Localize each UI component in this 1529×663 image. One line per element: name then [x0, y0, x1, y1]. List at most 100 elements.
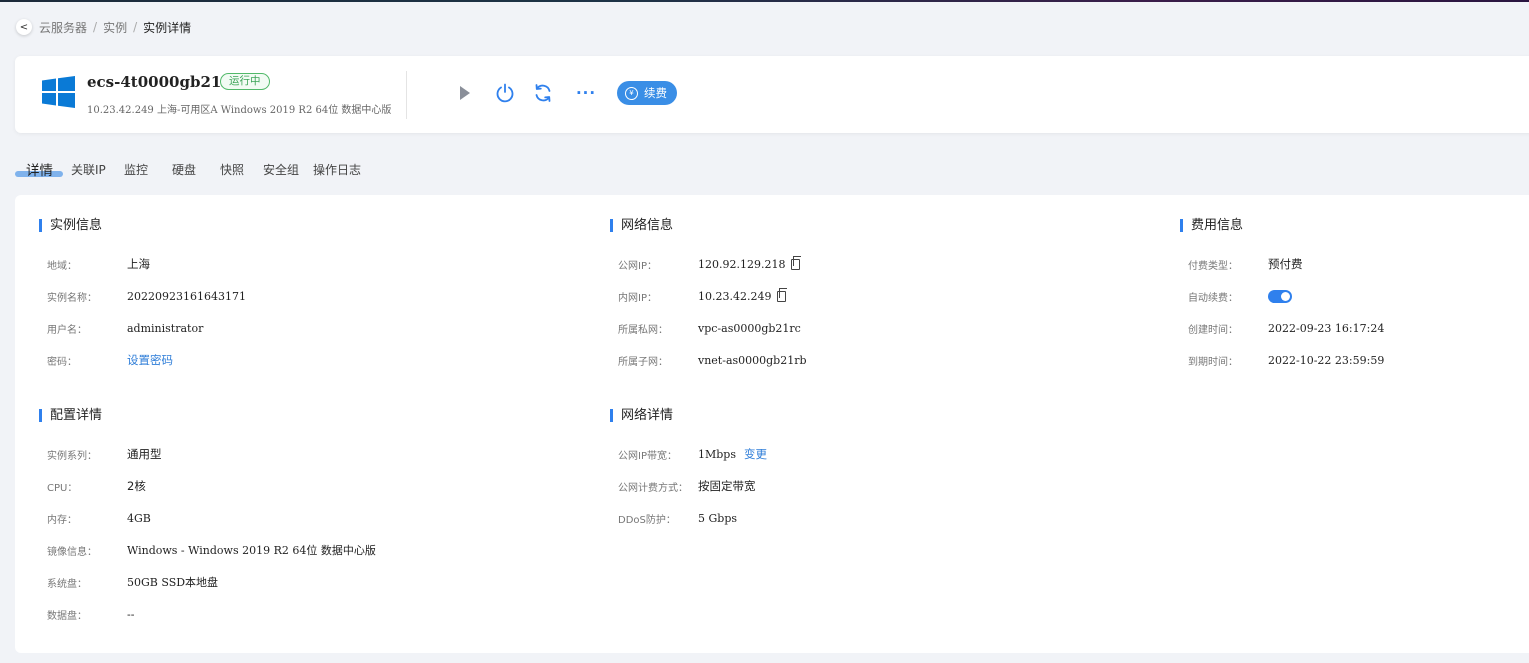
back-button[interactable]: < — [16, 19, 32, 35]
info-row: 实例系列： 通用型 — [47, 446, 547, 462]
info-row: DDoS防护： 5 Gbps — [618, 510, 1118, 526]
renew-label: 续费 — [644, 86, 667, 100]
public-ip-value: 120.92.129.218 — [698, 257, 786, 271]
top-accent-bar — [0, 0, 1529, 2]
field-value: 通用型 — [127, 447, 162, 461]
start-button[interactable] — [454, 82, 476, 104]
breadcrumb-separator: / — [133, 20, 138, 34]
section-title-billing-info: 费用信息 — [1180, 219, 1243, 232]
bandwidth-value: 1Mbps — [698, 447, 736, 461]
copy-icon[interactable] — [791, 255, 802, 270]
field-label: 内存： — [47, 514, 77, 526]
info-row: 内网IP： 10.23.42.249 — [618, 287, 1118, 304]
field-value: 4GB — [127, 511, 151, 525]
info-row: 所属私网： vpc-as0000gb21rc — [618, 320, 1118, 336]
tab-security-groups[interactable]: 安全组 — [263, 161, 299, 178]
field-label: 公网IP带宽： — [618, 450, 677, 462]
tab-snapshots[interactable]: 快照 — [220, 161, 244, 178]
field-label: 数据盘： — [47, 610, 87, 622]
field-label: 实例系列： — [47, 450, 97, 462]
set-password-link[interactable]: 设置密码 — [127, 352, 173, 368]
field-label: 系统盘： — [47, 578, 87, 590]
info-row: 系统盘： 50GB SSD本地盘 — [47, 574, 547, 590]
info-row: 自动续费： — [1188, 288, 1508, 304]
auto-renew-toggle[interactable] — [1268, 289, 1292, 303]
section-title-network-info: 网络信息 — [610, 219, 673, 232]
play-icon — [460, 86, 470, 100]
field-value: administrator — [127, 321, 204, 335]
tab-details[interactable]: 详情 — [26, 159, 53, 179]
info-row: 数据盘： -- — [47, 606, 547, 622]
info-row: 所属子网： vnet-as0000gb21rb — [618, 352, 1118, 368]
breadcrumb-separator: / — [93, 20, 98, 34]
breadcrumb-item-cloud-server[interactable]: 云服务器 — [39, 19, 87, 36]
field-label: CPU： — [47, 482, 78, 494]
field-label: 公网计费方式： — [618, 482, 688, 494]
refresh-icon — [535, 84, 551, 102]
field-value: 5 Gbps — [698, 511, 738, 525]
tab-operation-logs[interactable]: 操作日志 — [313, 161, 361, 178]
private-ip-value: 10.23.42.249 — [698, 289, 772, 303]
section-title-network-details: 网络详情 — [610, 409, 673, 422]
field-label: 用户名： — [47, 324, 87, 336]
section-title-config-details: 配置详情 — [39, 409, 102, 422]
status-badge: 运行中 — [220, 73, 270, 90]
detail-panel: 实例信息 地域： 上海 实例名称： 20220923161643171 用户名：… — [15, 195, 1529, 653]
info-row: 用户名： administrator — [47, 320, 547, 336]
breadcrumb-item-current: 实例详情 — [143, 20, 192, 35]
tab-associated-ip[interactable]: 关联IP — [71, 161, 106, 178]
more-horizontal-icon: ··· — [575, 84, 597, 102]
field-label: 自动续费： — [1188, 292, 1238, 304]
windows-logo-icon — [42, 76, 75, 108]
info-row: 密码： 设置密码 — [47, 352, 547, 368]
info-row: 镜像信息： Windows - Windows 2019 R2 64位 数据中心… — [47, 542, 547, 558]
yen-circle-icon: ¥ — [625, 86, 638, 100]
field-label: DDoS防护： — [618, 514, 676, 526]
field-label: 付费类型： — [1188, 260, 1238, 272]
field-value: 2核 — [127, 479, 146, 493]
field-value: vpc-as0000gb21rc — [698, 321, 801, 335]
field-label: 镜像信息： — [47, 546, 97, 558]
restart-button[interactable] — [532, 82, 554, 104]
field-value: 20220923161643171 — [127, 289, 246, 303]
info-row: 实例名称： 20220923161643171 — [47, 288, 547, 304]
field-value: 预付费 — [1268, 257, 1303, 271]
field-value: 上海 — [127, 257, 150, 271]
copy-icon[interactable] — [777, 287, 788, 302]
info-row: 公网IP带宽： 1Mbps 变更 — [618, 446, 1118, 462]
field-label: 公网IP： — [618, 260, 657, 272]
tab-disks[interactable]: 硬盘 — [172, 161, 196, 178]
info-row: 到期时间： 2022-10-22 23:59:59 — [1188, 352, 1508, 368]
section-title-instance-info: 实例信息 — [39, 219, 102, 232]
info-row: 内存： 4GB — [47, 510, 547, 526]
breadcrumb-item-instances[interactable]: 实例 — [103, 19, 127, 36]
tab-monitoring[interactable]: 监控 — [124, 161, 148, 178]
renew-button[interactable]: ¥ 续费 — [617, 81, 677, 105]
field-label: 到期时间： — [1188, 356, 1238, 368]
info-row: 付费类型： 预付费 — [1188, 256, 1508, 272]
info-row: 公网IP： 120.92.129.218 — [618, 255, 1118, 272]
field-value: 50GB SSD本地盘 — [127, 576, 219, 589]
field-label: 地域： — [47, 260, 77, 272]
field-value: vnet-as0000gb21rb — [698, 353, 807, 367]
power-button[interactable] — [494, 82, 516, 104]
more-actions-button[interactable]: ··· — [573, 82, 599, 104]
field-label: 所属子网： — [618, 356, 668, 368]
info-row: 公网计费方式： 按固定带宽 — [618, 478, 1118, 494]
field-label: 实例名称： — [47, 292, 97, 304]
field-label: 密码： — [47, 356, 77, 368]
field-label: 内网IP： — [618, 292, 657, 304]
field-label: 所属私网： — [618, 324, 668, 336]
field-value — [1268, 289, 1292, 303]
info-row: 创建时间： 2022-09-23 16:17:24 — [1188, 320, 1508, 336]
field-value: 按固定带宽 — [698, 479, 756, 493]
instance-header-card: ecs-4t0000gb21my 运行中 10.23.42.249 上海-可用区… — [15, 56, 1529, 133]
field-label: 创建时间： — [1188, 324, 1238, 336]
field-value: 2022-09-23 16:17:24 — [1268, 321, 1385, 335]
change-bandwidth-link[interactable]: 变更 — [744, 446, 767, 462]
field-value: 120.92.129.218 — [698, 255, 802, 271]
info-row: CPU： 2核 — [47, 478, 547, 494]
field-value: 2022-10-22 23:59:59 — [1268, 353, 1385, 367]
field-value: -- — [127, 607, 135, 621]
chevron-left-icon: < — [19, 21, 29, 33]
